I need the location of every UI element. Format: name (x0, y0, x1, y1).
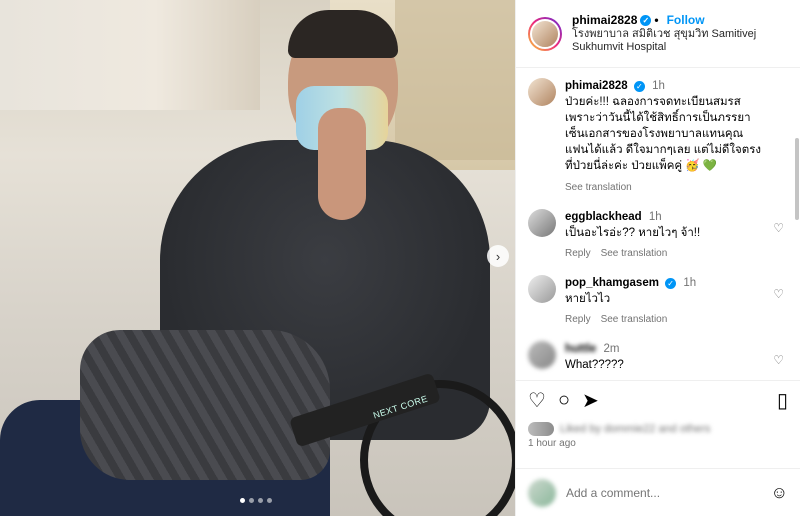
comment-text: What????? (565, 359, 624, 372)
commenter-avatar[interactable] (528, 274, 556, 303)
comment-text: เป็นอะไรอ่ะ?? หายไวๆ จ้า!! (565, 226, 701, 239)
chevron-right-icon: › (495, 248, 501, 264)
caption-avatar[interactable] (528, 78, 556, 106)
caption-time: 1h (652, 80, 665, 92)
liker-avatars (528, 422, 554, 436)
add-comment-input[interactable] (566, 485, 771, 500)
reply-button[interactable]: Reply (565, 247, 591, 261)
comment-like-heart-icon[interactable]: ♡ (773, 221, 784, 235)
next-photo-button[interactable]: › (487, 245, 509, 267)
photo-peace-sign-hand (318, 108, 366, 220)
comment-item: pop_khamgasem ✓ 1h หายไวไว Reply See tra… (528, 274, 788, 327)
location-link[interactable]: โรงพยาบาล สมิติเวช สุขุมวิท Samitivej Su… (572, 28, 800, 54)
photo-door (395, 0, 515, 160)
commenter-avatar[interactable] (528, 208, 556, 237)
likes-row[interactable]: Liked by dommie22 and others (516, 420, 800, 438)
comment-icon[interactable]: ○ (558, 389, 570, 412)
reply-button[interactable]: Reply (565, 313, 591, 327)
comment-body: eggblackhead 1h เป็นอะไรอ่ะ?? หายไวๆ จ้า… (565, 209, 765, 261)
caption-username[interactable]: phimai2828 (565, 80, 628, 92)
carousel-dots (240, 498, 272, 503)
see-translation-link[interactable]: See translation (601, 313, 668, 327)
carousel-dot (249, 498, 254, 503)
comment-item: huttle 2m What????? ♡ (528, 340, 788, 373)
post-header: phimai2828 ✓ • Follow โรงพยาบาล สมิติเวช… (516, 0, 800, 68)
emoji-icon[interactable]: ☺ (771, 483, 788, 503)
current-user-avatar (528, 478, 556, 507)
comment-time: 1h (648, 210, 662, 223)
author-username[interactable]: phimai2828 (572, 13, 637, 27)
comments-list: phimai2828 ✓ 1h ป่วยค่ะ!!! ฉลองการจดทะเบ… (516, 68, 800, 380)
post-side-panel: phimai2828 ✓ • Follow โรงพยาบาล สมิติเวช… (515, 0, 800, 516)
caption-text: ป่วยค่ะ!!! ฉลองการจดทะเบียนสมรส เพราะว่า… (565, 96, 762, 173)
comment-username[interactable]: pop_khamgasem (565, 277, 659, 289)
comments-scrollbar[interactable] (795, 138, 799, 220)
caption-body: phimai2828 ✓ 1h ป่วยค่ะ!!! ฉลองการจดทะเบ… (565, 78, 765, 195)
share-icon[interactable]: ➤ (582, 388, 599, 413)
photo-person-hair (288, 10, 398, 58)
comment-text: หายไวไว (565, 292, 611, 305)
post-photo: NEXT CORE › (0, 0, 515, 516)
heart-icon[interactable]: ♡ (528, 388, 546, 413)
header-text: phimai2828 ✓ • Follow โรงพยาบาล สมิติเวช… (572, 13, 800, 54)
author-avatar[interactable] (528, 16, 562, 51)
bookmark-icon[interactable]: ▯ (777, 388, 788, 413)
comment-like-heart-icon[interactable]: ♡ (773, 353, 784, 367)
header-top-row: phimai2828 ✓ • Follow (572, 13, 800, 27)
instagram-post: NEXT CORE › phimai2828 ✓ • Follow โรงพยา… (0, 0, 800, 516)
likes-text: Liked by dommie22 and others (560, 423, 711, 435)
photo-bag (80, 330, 330, 480)
caption: phimai2828 ✓ 1h ป่วยค่ะ!!! ฉลองการจดทะเบ… (528, 78, 788, 195)
comment-item: eggblackhead 1h เป็นอะไรอ่ะ?? หายไวๆ จ้า… (528, 208, 788, 261)
see-translation-link[interactable]: See translation (565, 181, 632, 195)
comment-time: 1h (683, 276, 697, 289)
verified-badge-icon: ✓ (633, 81, 645, 92)
comment-meta: Reply See translation (565, 247, 765, 261)
carousel-dot (240, 498, 245, 503)
add-comment-bar: ☺ (516, 468, 800, 516)
separator: • (654, 13, 659, 28)
follow-button[interactable]: Follow (667, 13, 705, 27)
action-bar: ♡ ○ ➤ ▯ (516, 380, 800, 420)
comment-time: 2m (603, 342, 620, 355)
posted-time[interactable]: 1 hour ago (516, 438, 800, 454)
commenter-avatar[interactable] (528, 340, 556, 369)
comment-body: huttle 2m What????? (565, 341, 765, 373)
carousel-dot (267, 498, 272, 503)
carousel-dot (258, 498, 263, 503)
comment-meta: Reply See translation (565, 313, 765, 327)
see-translation-link[interactable]: See translation (601, 247, 668, 261)
comment-username[interactable]: eggblackhead (565, 211, 642, 223)
photo-wall (0, 0, 260, 110)
comment-username[interactable]: huttle (565, 343, 596, 355)
comment-like-heart-icon[interactable]: ♡ (773, 287, 784, 301)
comment-body: pop_khamgasem ✓ 1h หายไวไว Reply See tra… (565, 275, 765, 327)
verified-badge-icon: ✓ (665, 277, 677, 289)
verified-badge-icon: ✓ (640, 14, 652, 26)
caption-meta: See translation (565, 181, 765, 195)
